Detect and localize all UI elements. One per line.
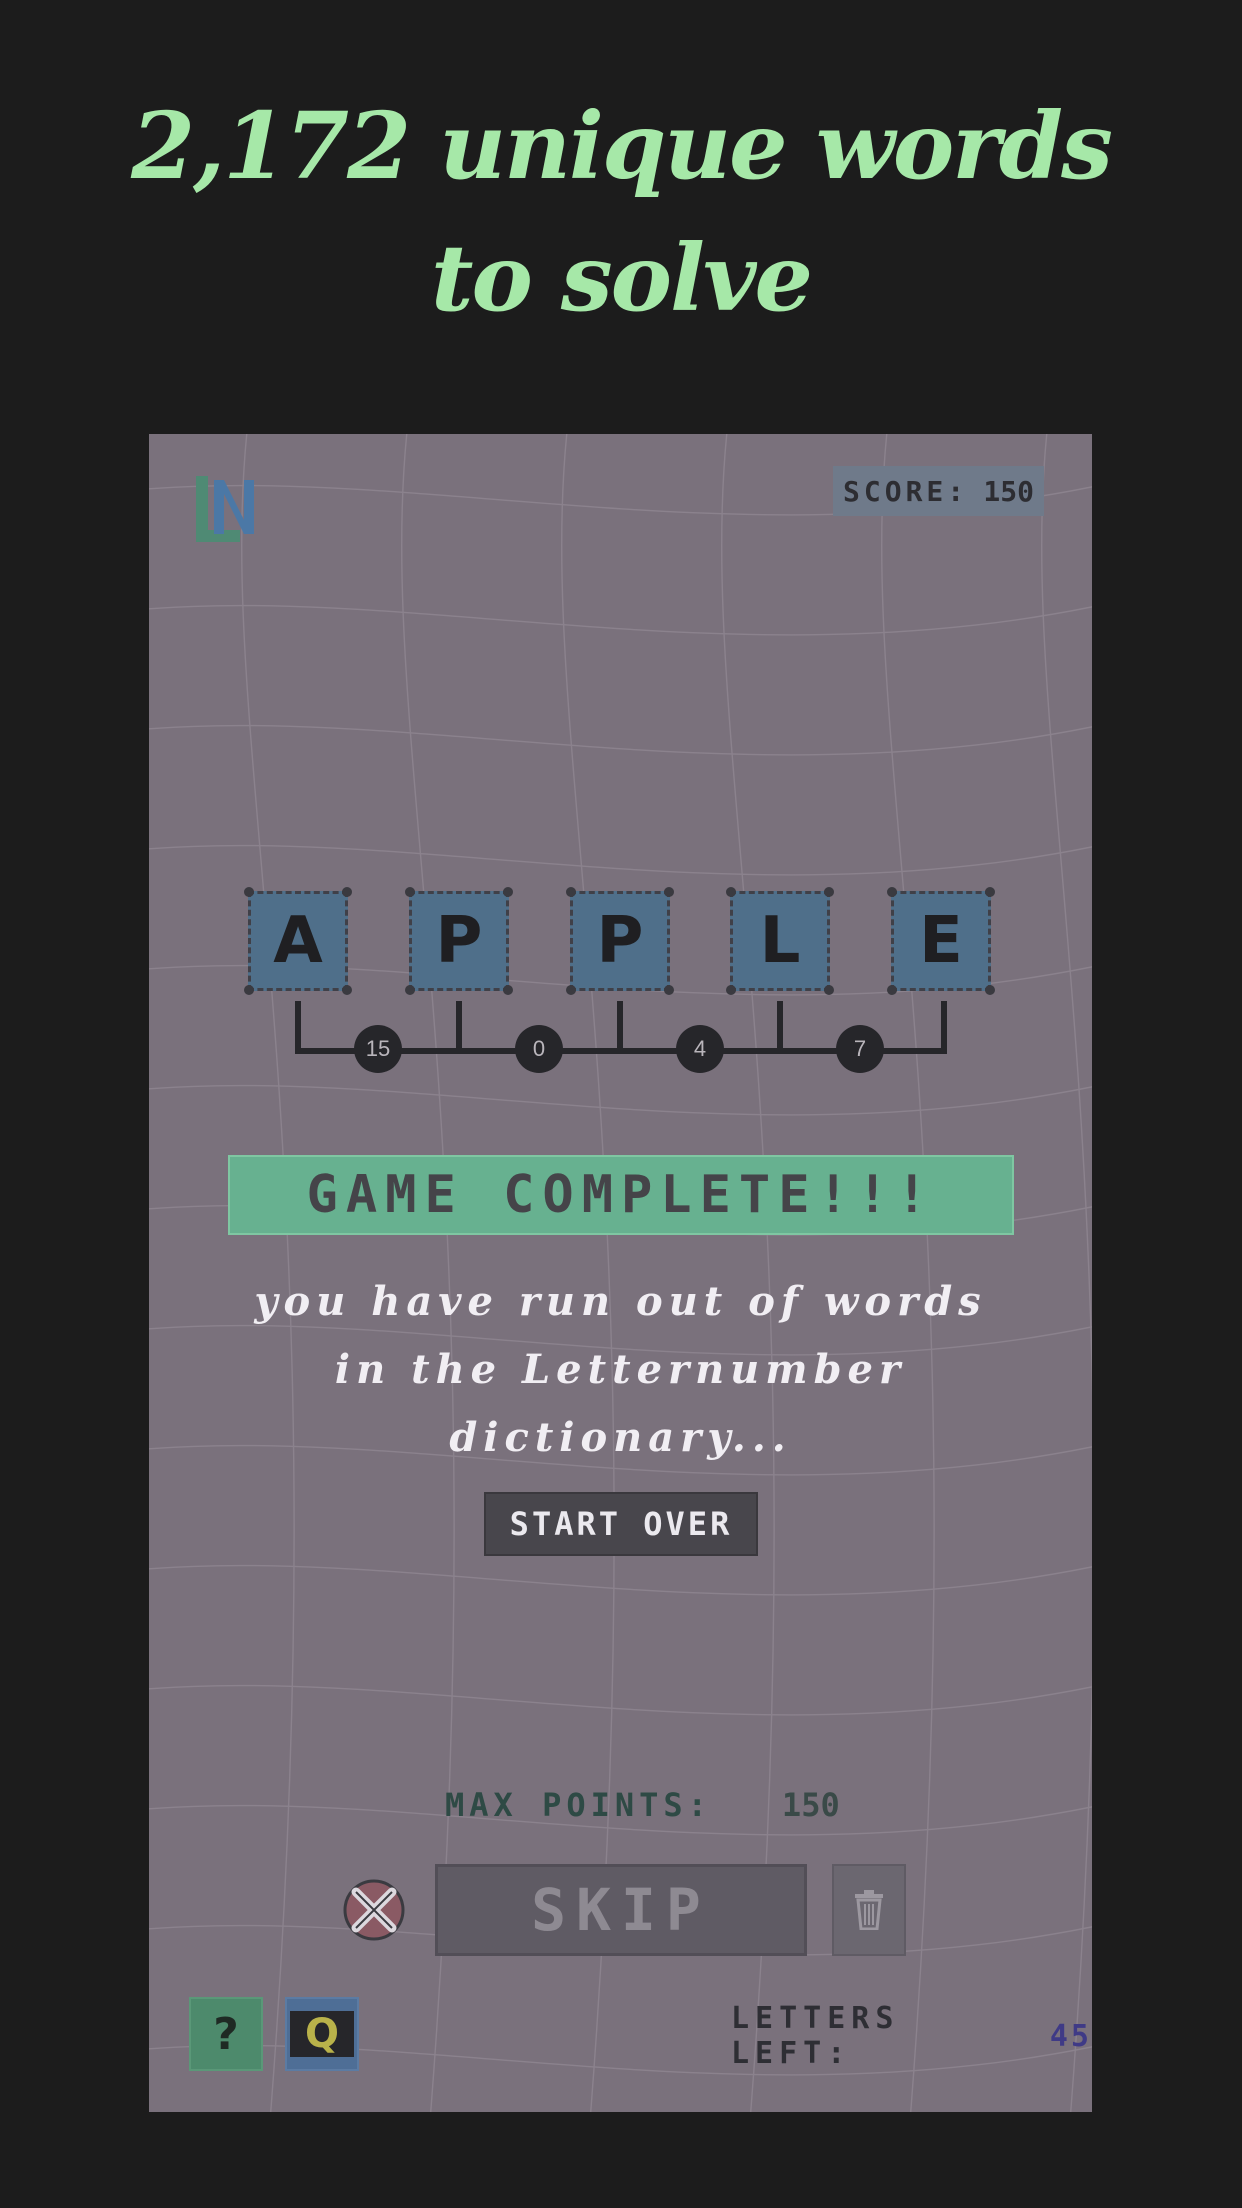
value-number: 4 [693,1036,707,1061]
value-number: 15 [365,1036,391,1061]
max-points-value: 150 [781,1786,840,1824]
tile-connector [295,1001,947,1054]
skip-button[interactable]: SKIP [435,1864,807,1956]
value-circle: 15 [354,1025,402,1073]
headline: 2,172 unique words to solve [0,80,1242,344]
completion-message: you have run out of words in the Lettern… [149,1268,1092,1472]
max-points: MAX POINTS: 150 [445,1786,840,1826]
value-number: 7 [853,1036,867,1061]
value-circle: 7 [836,1025,884,1073]
value-circle: 0 [515,1025,563,1073]
question-icon: ? [213,2008,239,2060]
message-line-3: dictionary... [449,1414,792,1461]
q-hint-icon: Q [290,2011,354,2057]
value-circle: 4 [676,1025,724,1073]
headline-line-2: to solve [431,224,813,332]
x-circle-icon[interactable] [342,1878,406,1942]
game-screen: SCORE: 150 A P P L E 15 0 4 7 GAME COMPL… [149,434,1092,2112]
trash-icon [855,1890,883,1930]
game-complete-banner: GAME COMPLETE!!! [228,1155,1014,1235]
help-button[interactable]: ? [189,1997,263,2071]
q-hint-button[interactable]: Q [285,1997,359,2071]
value-number: 0 [532,1036,546,1061]
start-over-button[interactable]: START OVER [484,1492,758,1556]
letters-left: LETTERS LEFT: 45 [731,2001,1092,2071]
message-line-1: you have run out of words [254,1278,987,1325]
headline-line-1: 2,172 unique words [131,92,1113,200]
trash-button[interactable] [832,1864,906,1956]
max-points-label: MAX POINTS: [445,1786,712,1824]
letters-left-value: 45 [1049,2018,1092,2054]
q-label: Q [304,2011,339,2057]
message-line-2: in the Letternumber [334,1346,907,1393]
letters-left-label: LETTERS LEFT: [731,2001,900,2071]
